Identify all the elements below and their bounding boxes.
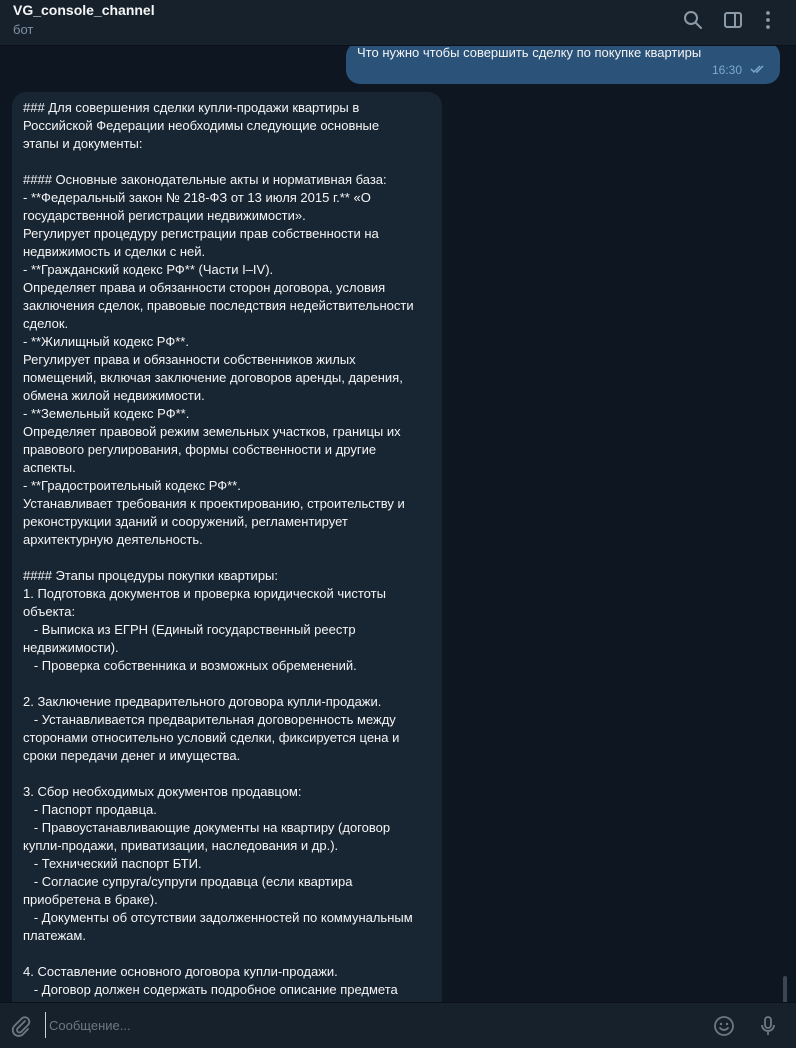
message-line: - **Земельный кодекс РФ**. (23, 406, 190, 421)
incoming-message[interactable]: ### Для совершения сделки купли-продажи … (12, 92, 442, 1002)
message-line: - Выписка из ЕГРН (Единый государственны… (23, 622, 356, 637)
message-line: - Устанавливается предварительная догово… (23, 712, 396, 727)
message-line: помещений, включая заключение договоров … (23, 370, 403, 385)
chat-header: VG_console_channel бот (0, 0, 796, 46)
paperclip-icon[interactable] (9, 1014, 33, 1038)
emoji-icon[interactable] (712, 1014, 736, 1038)
search-icon[interactable] (681, 8, 705, 32)
message-line: - Проверка собственника и возможных обре… (23, 658, 357, 673)
more-vertical-icon[interactable] (756, 8, 780, 32)
message-line: Российской Федерации необходимы следующи… (23, 118, 380, 133)
message-line: Регулирует процедуру регистрации прав со… (23, 226, 379, 241)
message-line: архитектурную деятельность. (23, 532, 203, 547)
chat-subtitle: бот (13, 22, 34, 37)
message-line: сроки передачи денег и имущества. (23, 748, 241, 763)
message-line: обмена жилой недвижимости. (23, 388, 205, 403)
message-line: - Документы об отсутствии задолженностей… (23, 910, 413, 925)
message-line: - **Жилищный кодекс РФ**. (23, 334, 189, 349)
message-input[interactable] (45, 1012, 685, 1038)
message-line: Определяет правовой режим земельных учас… (23, 424, 401, 439)
message-line: - Паспорт продавца. (23, 802, 157, 817)
double-check-icon (750, 65, 764, 74)
sidebar-toggle-icon[interactable] (721, 8, 745, 32)
message-line (23, 153, 437, 171)
message-line: - **Федеральный закон № 218-ФЗ от 13 июл… (23, 190, 371, 205)
incoming-message-text: ### Для совершения сделки купли-продажи … (23, 99, 437, 999)
message-line: - Технический паспорт БТИ. (23, 856, 202, 871)
message-line: Определяет права и обязанности сторон до… (23, 280, 386, 295)
microphone-icon[interactable] (756, 1014, 780, 1038)
message-line: #### Основные законодательные акты и нор… (23, 172, 387, 187)
message-line: - Договор должен содержать подробное опи… (23, 982, 398, 997)
message-line: платежам. (23, 928, 86, 943)
message-composer (0, 1002, 796, 1048)
message-line: #### Этапы процедуры покупки квартиры: (23, 568, 279, 583)
message-line: заключения сделок, правовые последствия … (23, 298, 414, 313)
message-line: купли-продажи, приватизации, наследовани… (23, 838, 339, 853)
message-line: аспекты. (23, 460, 76, 475)
chat-title[interactable]: VG_console_channel (13, 2, 155, 18)
message-line: 1. Подготовка документов и проверка юрид… (23, 586, 386, 601)
message-time: 16:30 (712, 63, 743, 77)
message-line: реконструкции зданий и сооружений, регла… (23, 514, 348, 529)
message-line: этапы и документы: (23, 136, 143, 151)
message-line: объекта: (23, 604, 76, 619)
outgoing-message-text: Что нужно чтобы совершить сделку по поку… (357, 46, 702, 60)
message-line: Регулирует права и обязанности собственн… (23, 352, 356, 367)
message-line (23, 765, 437, 783)
message-line: 2. Заключение предварительного договора … (23, 694, 382, 709)
message-line: приобретена в браке). (23, 892, 158, 907)
message-line: правового регулирования, формы собственн… (23, 442, 377, 457)
message-line: - **Градостроительный кодекс РФ**. (23, 478, 241, 493)
message-line: недвижимости). (23, 640, 119, 655)
message-line (23, 675, 437, 693)
message-line: ### Для совершения сделки купли-продажи … (23, 100, 360, 115)
message-line: сделок. (23, 316, 69, 331)
message-line: - Согласие супруга/супруги продавца (есл… (23, 874, 353, 889)
message-line: недвижимость и сделки с ней. (23, 244, 206, 259)
message-line (23, 945, 437, 963)
message-line: государственной регистрации недвижимости… (23, 208, 306, 223)
message-line: 4. Составление основного договора купли-… (23, 964, 338, 979)
message-line: сторонами относительно условий сделки, ф… (23, 730, 400, 745)
message-line: - **Гражданский кодекс РФ** (Части I–IV)… (23, 262, 274, 277)
message-list[interactable]: Что нужно чтобы совершить сделку по поку… (0, 46, 796, 1002)
outgoing-message[interactable]: Что нужно чтобы совершить сделку по поку… (346, 46, 780, 84)
message-line: Устанавливает требования к проектировани… (23, 496, 405, 511)
message-line: - Правоустанавливающие документы на квар… (23, 820, 391, 835)
message-line (23, 549, 437, 567)
scrollbar-thumb[interactable] (783, 976, 787, 1002)
message-line: 3. Сбор необходимых документов продавцом… (23, 784, 302, 799)
